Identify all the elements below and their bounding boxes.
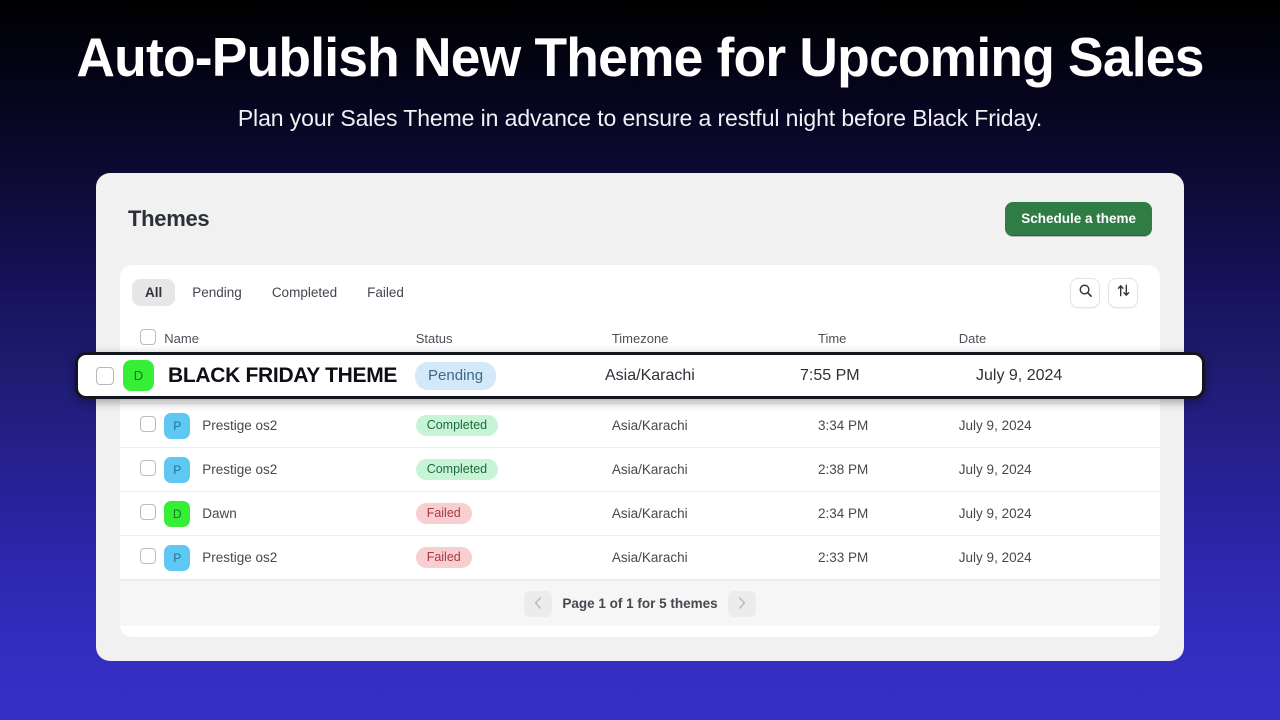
row-time: 3:34 PM: [818, 403, 959, 448]
next-page-button[interactable]: [727, 590, 756, 617]
row-status-cell: Failed: [415, 491, 612, 536]
themes-table-card: All Pending Completed Failed Name Status…: [120, 265, 1160, 637]
row-checkbox[interactable]: [140, 460, 156, 476]
theme-avatar: D: [164, 500, 191, 527]
panel-title: Themes: [128, 206, 210, 231]
previous-page-button[interactable]: [524, 590, 553, 617]
row-date: July 9, 2024: [958, 447, 1160, 492]
chevron-right-icon: [738, 596, 746, 612]
hero-section: Auto-Publish New Theme for Upcoming Sale…: [0, 0, 1280, 132]
row-time: 2:34 PM: [818, 491, 959, 536]
chevron-left-icon: [534, 596, 542, 612]
themes-panel: Themes Schedule a theme All Pending Comp…: [96, 173, 1184, 661]
row-date: July 9, 2024: [958, 491, 1160, 536]
theme-avatar: D: [123, 360, 154, 391]
highlighted-row-select-cell: [78, 366, 123, 385]
sort-button[interactable]: [1108, 277, 1138, 308]
status-badge: Failed: [415, 546, 472, 569]
row-timezone: Asia/Karachi: [611, 491, 818, 536]
row-select-cell: [120, 535, 165, 580]
sort-arrows-icon: [1116, 283, 1131, 303]
row-select-cell: [120, 491, 165, 536]
status-badge: Completed: [415, 458, 499, 481]
table-row[interactable]: P Prestige os2 Failed Asia/Karachi 2:33 …: [120, 535, 1160, 580]
theme-avatar: P: [164, 412, 191, 439]
row-date: July 9, 2024: [958, 535, 1160, 580]
select-all-checkbox[interactable]: [140, 329, 156, 345]
search-button[interactable]: [1070, 277, 1100, 308]
row-time: 2:38 PM: [818, 447, 959, 492]
pagination-label: Page 1 of 1 for 5 themes: [562, 596, 718, 611]
status-badge: Completed: [415, 414, 499, 437]
page-subtitle: Plan your Sales Theme in advance to ensu…: [237, 105, 1043, 131]
theme-avatar: P: [164, 456, 191, 483]
theme-name: Prestige os2: [202, 462, 278, 477]
highlighted-table-row[interactable]: D BLACK FRIDAY THEME Pending Asia/Karach…: [75, 352, 1205, 399]
status-badge: Failed: [415, 502, 472, 525]
highlighted-row-checkbox[interactable]: [96, 366, 114, 385]
panel-header: Themes Schedule a theme: [96, 173, 1184, 265]
schedule-a-theme-button[interactable]: Schedule a theme: [1005, 202, 1152, 236]
table-row[interactable]: P Prestige os2 Completed Asia/Karachi 2:…: [120, 447, 1160, 492]
theme-avatar: P: [164, 544, 191, 571]
tab-failed[interactable]: Failed: [354, 279, 417, 306]
highlighted-row-date: July 9, 2024: [976, 366, 1063, 384]
theme-name: Prestige os2: [202, 550, 278, 565]
search-icon: [1078, 283, 1093, 303]
page-title: Auto-Publish New Theme for Upcoming Sale…: [76, 26, 1204, 88]
tab-bar: All Pending Completed Failed: [120, 265, 1160, 320]
row-timezone: Asia/Karachi: [611, 535, 818, 580]
highlighted-row-status-cell: Pending: [415, 361, 605, 390]
row-name-cell: P Prestige os2: [164, 403, 416, 448]
tab-actions: [1070, 277, 1148, 308]
row-status-cell: Failed: [415, 535, 612, 580]
row-select-cell: [120, 403, 165, 448]
row-date: July 9, 2024: [958, 403, 1160, 448]
tab-list: All Pending Completed Failed: [132, 279, 417, 306]
tab-all[interactable]: All: [132, 279, 176, 306]
row-checkbox[interactable]: [140, 548, 156, 564]
row-name-cell: D Dawn: [164, 491, 416, 536]
row-timezone: Asia/Karachi: [611, 403, 818, 448]
row-checkbox[interactable]: [140, 416, 156, 432]
tab-pending[interactable]: Pending: [179, 279, 255, 306]
table-row[interactable]: P Prestige os2 Completed Asia/Karachi 3:…: [120, 403, 1160, 448]
highlighted-row-timezone: Asia/Karachi: [605, 366, 695, 384]
row-status-cell: Completed: [415, 403, 612, 448]
row-status-cell: Completed: [415, 447, 612, 492]
row-checkbox[interactable]: [140, 504, 156, 520]
theme-name: Dawn: [202, 506, 237, 521]
row-time: 2:33 PM: [818, 535, 959, 580]
highlighted-row-time: 7:55 PM: [800, 366, 860, 384]
tab-completed[interactable]: Completed: [259, 279, 350, 306]
theme-name: Prestige os2: [202, 418, 278, 433]
row-name-cell: P Prestige os2: [164, 447, 416, 492]
status-badge: Pending: [415, 361, 497, 390]
highlighted-row-name-cell: D BLACK FRIDAY THEME: [123, 360, 415, 391]
theme-name: BLACK FRIDAY THEME: [168, 363, 398, 387]
row-select-cell: [120, 447, 165, 492]
table-row[interactable]: D Dawn Failed Asia/Karachi 2:34 PM July …: [120, 491, 1160, 536]
row-timezone: Asia/Karachi: [611, 447, 818, 492]
row-name-cell: P Prestige os2: [164, 535, 416, 580]
pagination: Page 1 of 1 for 5 themes: [120, 580, 1160, 626]
